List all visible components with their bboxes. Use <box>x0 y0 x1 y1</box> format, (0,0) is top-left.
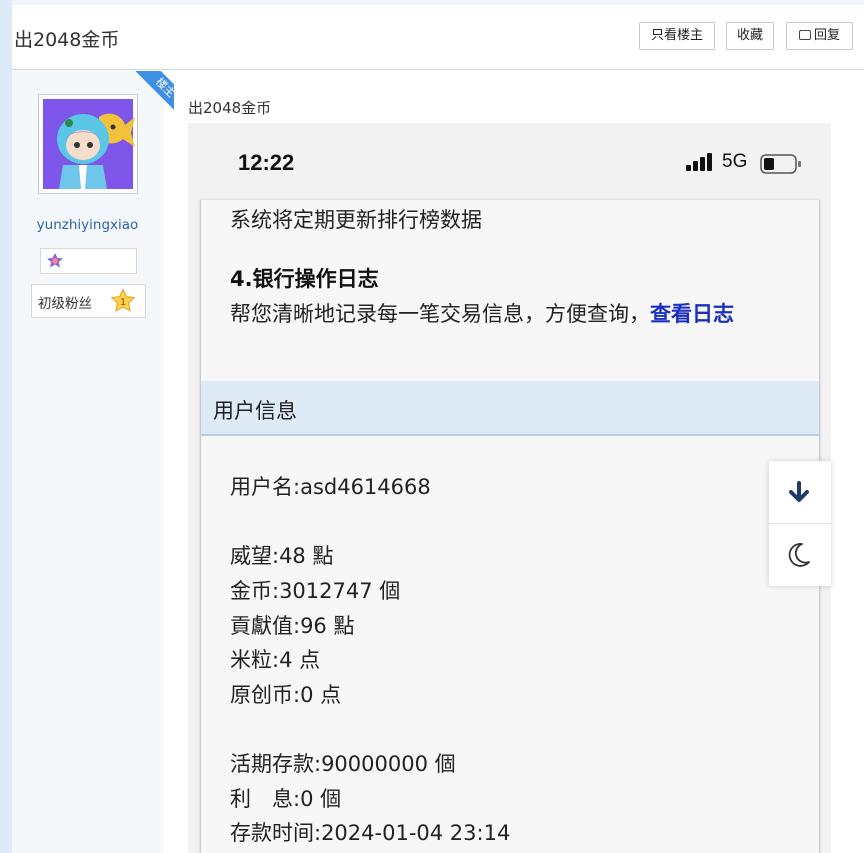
floating-tools <box>769 461 831 586</box>
info-gold: 金币:3012747 個 <box>230 579 401 603</box>
thread-title: 出2048金币 <box>14 29 120 51</box>
comment-icon <box>798 30 811 40</box>
star-icon: 1 <box>110 288 136 312</box>
info-demand-deposit: 活期存款:90000000 個 <box>230 752 456 776</box>
medal-icon <box>47 253 63 268</box>
reply-button[interactable]: 回复 <box>786 22 853 50</box>
section4-desc: 帮您清晰地记录每一笔交易信息，方便查询，查看日志 <box>230 298 734 328</box>
avatar[interactable] <box>38 94 138 194</box>
only-op-button[interactable]: 只看楼主 <box>639 22 715 50</box>
info-username: 用户名:asd4614668 <box>230 475 431 499</box>
info-interest: 利 息:0 個 <box>230 787 342 811</box>
phone-screenshot: 12:22 5G 系统将定期更新排行榜数据 4.银行操作日志 帮您清晰地记录每一… <box>188 123 831 853</box>
info-original-coin: 原创币:0 点 <box>230 683 342 707</box>
info-contribution: 貢獻值:96 點 <box>230 614 355 638</box>
userinfo-header-label: 用户信息 <box>213 399 297 423</box>
reply-label: 回复 <box>813 28 840 43</box>
medal-box <box>40 248 137 274</box>
battery-icon <box>760 154 801 174</box>
dark-mode-button[interactable] <box>769 524 831 586</box>
info-prestige: 威望:48 點 <box>230 544 334 568</box>
owner-badge-label: 楼主 <box>133 71 174 120</box>
post-title: 出2048金币 <box>188 99 272 117</box>
author-username[interactable]: yunzhiyingxiao <box>12 217 163 233</box>
favorite-button[interactable]: 收藏 <box>726 22 774 50</box>
avatar-image <box>43 99 135 189</box>
moon-icon <box>788 543 810 567</box>
left-strip <box>0 0 12 853</box>
section4-desc-text: 帮您清晰地记录每一笔交易信息，方便查询， <box>230 302 650 326</box>
update-note: 系统将定期更新排行榜数据 <box>230 208 482 232</box>
info-rice: 米粒:4 点 <box>230 648 321 672</box>
rank-label: 初级粉丝 <box>38 296 92 312</box>
signal-icon <box>686 153 712 171</box>
userinfo-header: 用户信息 <box>201 381 819 436</box>
rank-box: 初级粉丝 1 <box>31 284 146 318</box>
author-sidebar: 楼主 yunzhiyingxiao 初级粉丝 1 <box>12 71 174 853</box>
rank-level: 1 <box>120 297 126 308</box>
status-time: 12:22 <box>238 150 295 175</box>
view-log-link[interactable]: 查看日志 <box>650 302 734 326</box>
scroll-down-button[interactable] <box>769 461 831 523</box>
bank-card: 系统将定期更新排行榜数据 4.银行操作日志 帮您清晰地记录每一笔交易信息，方便查… <box>200 200 820 853</box>
network-type: 5G <box>722 151 748 172</box>
arrow-down-icon <box>789 481 809 502</box>
info-deposit-time: 存款时间:2024-01-04 23:14 <box>230 821 511 845</box>
thread-header: 出2048金币 只看楼主 收藏 回复 <box>12 5 864 70</box>
section4-title: 4.银行操作日志 <box>230 267 379 291</box>
